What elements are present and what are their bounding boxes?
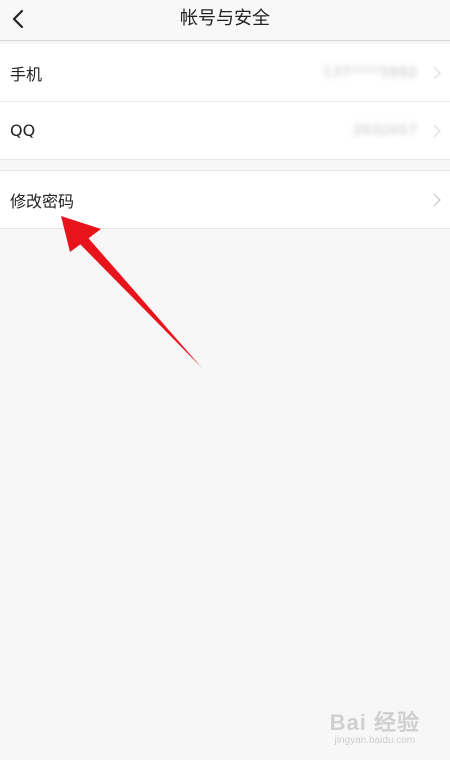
watermark-brand: Bai 经验	[329, 710, 420, 735]
watermark: Bai 经验 jingyan.baidu.com	[330, 705, 420, 746]
qq-label: QQ	[10, 121, 36, 140]
page-title: 帐号与安全	[180, 8, 270, 29]
chevron-right-icon	[430, 65, 444, 80]
change-password-row[interactable]: 修改密码	[0, 171, 450, 228]
nav-header: 帐号与安全	[0, 0, 450, 41]
phone-value: 137****5882	[323, 65, 418, 80]
chevron-right-icon	[430, 192, 444, 207]
phone-row[interactable]: 手机 137****5882	[0, 44, 450, 101]
phone-label: 手机	[10, 64, 43, 84]
arrow-shaft	[76, 232, 202, 368]
qq-row[interactable]: QQ 2632057	[0, 101, 450, 159]
watermark-url: jingyan.baidu.com	[334, 735, 416, 746]
account-group: 手机 137****5882 QQ 2632057	[0, 44, 450, 160]
change-password-label: 修改密码	[10, 191, 75, 211]
chevron-right-icon	[430, 123, 444, 138]
password-group: 修改密码	[0, 170, 450, 229]
qq-value: 2632057	[353, 123, 418, 138]
